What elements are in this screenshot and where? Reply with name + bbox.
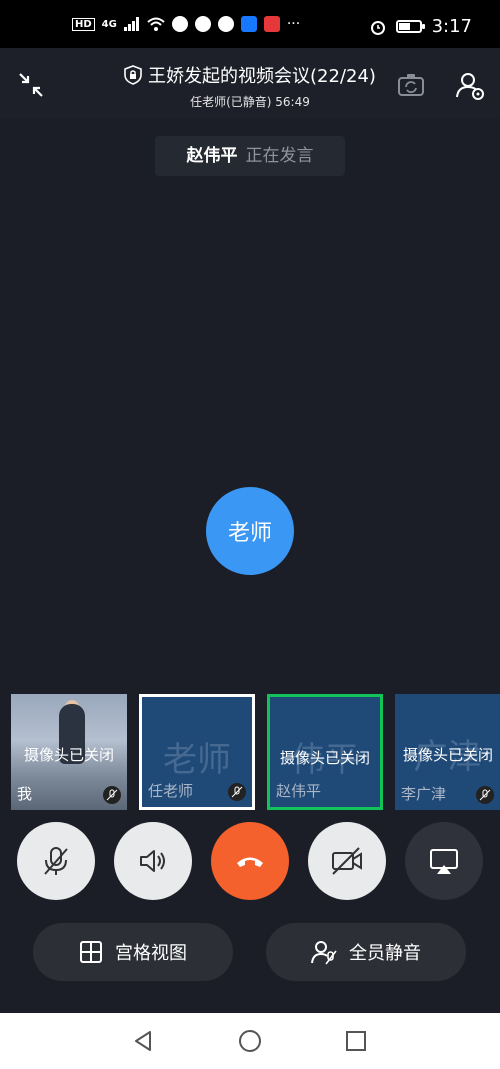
status-bar: HD 4G ··· 3:17 (0, 0, 500, 48)
meeting-title-text: 王娇发起的视频会议(22/24) (148, 66, 376, 87)
avatar-text: 老师 (227, 521, 272, 546)
participant-tile-self[interactable]: 摄像头已关闭 我 (11, 694, 127, 810)
clock: 3:17 (431, 16, 472, 37)
qq-icon (217, 16, 234, 32)
status-icons-right: 3:17 (370, 16, 472, 37)
system-navigation-bar (0, 1013, 500, 1069)
participant-big-name: 老师 (163, 740, 231, 780)
camera-off-label: 摄像头已关闭 (23, 746, 114, 764)
status-icons-left: HD 4G ··· (72, 16, 300, 32)
participants-icon[interactable] (455, 70, 485, 100)
camera-off-label: 摄像头已关闭 (403, 746, 494, 764)
airplay-icon (430, 849, 458, 874)
active-speaker-name: 赵伟平 (186, 146, 238, 166)
wechat-icon (194, 16, 211, 32)
main-video-avatar: 老师 (206, 487, 294, 575)
participant-tile-teacher[interactable]: 老师 任老师 (139, 694, 255, 810)
camera-off-icon (332, 847, 362, 875)
hd-indicator: HD (72, 17, 95, 31)
alipay-icon (240, 16, 257, 32)
shield-lock-icon (124, 65, 142, 85)
participant-name: 李广津 (401, 785, 447, 803)
mic-muted-icon (476, 786, 494, 804)
minimize-icon[interactable] (16, 70, 46, 100)
participant-name: 赵伟平 (276, 782, 322, 800)
signal-icon (123, 17, 139, 31)
participant-tile-other[interactable]: 广津 摄像头已关闭 李广津 (395, 694, 500, 810)
network-label: 4G (101, 18, 117, 30)
participant-name: 我 (17, 785, 33, 803)
grid-icon (80, 941, 102, 963)
participant-strip[interactable]: 摄像头已关闭 我 老师 任老师 伟平 摄像头已关闭 赵伟平 广津 摄像头已关闭 … (0, 694, 500, 812)
switch-camera-icon[interactable] (396, 70, 426, 100)
recording-icon (263, 16, 280, 32)
app-notification-icon (171, 16, 188, 32)
hang-up-icon (237, 857, 263, 867)
camera-off-label: 摄像头已关闭 (279, 749, 370, 767)
call-controls (0, 822, 500, 902)
participant-tile-speaking[interactable]: 伟平 摄像头已关闭 赵伟平 (267, 694, 383, 810)
grid-view-label: 宫格视图 (115, 943, 187, 964)
participant-name: 任老师 (148, 782, 194, 800)
battery-icon (395, 20, 425, 33)
camera-toggle-button[interactable] (308, 822, 386, 900)
mute-all-icon (311, 941, 337, 965)
wifi-icon (147, 17, 165, 31)
grid-view-button[interactable]: 宫格视图 (33, 923, 233, 981)
mic-off-icon (44, 847, 68, 875)
alarm-icon (370, 20, 385, 35)
mic-toggle-button[interactable] (17, 822, 95, 900)
active-speaker-indicator: 赵伟平 正在发言 (155, 136, 345, 176)
speaker-icon (140, 850, 165, 872)
more-notifications-icon: ··· (286, 16, 301, 32)
back-icon[interactable] (131, 1029, 155, 1053)
mute-all-label: 全员静音 (349, 943, 421, 964)
hang-up-button[interactable] (211, 822, 289, 900)
mute-all-button[interactable]: 全员静音 (266, 923, 466, 981)
home-icon[interactable] (238, 1029, 262, 1053)
active-speaker-status: 正在发言 (245, 146, 314, 166)
mic-muted-icon (103, 786, 121, 804)
recents-icon[interactable] (344, 1029, 368, 1053)
mic-muted-icon (228, 783, 246, 801)
speaker-button[interactable] (114, 822, 192, 900)
screen-share-button[interactable] (405, 822, 483, 900)
meeting-title: 王娇发起的视频会议(22/24) (124, 62, 376, 88)
